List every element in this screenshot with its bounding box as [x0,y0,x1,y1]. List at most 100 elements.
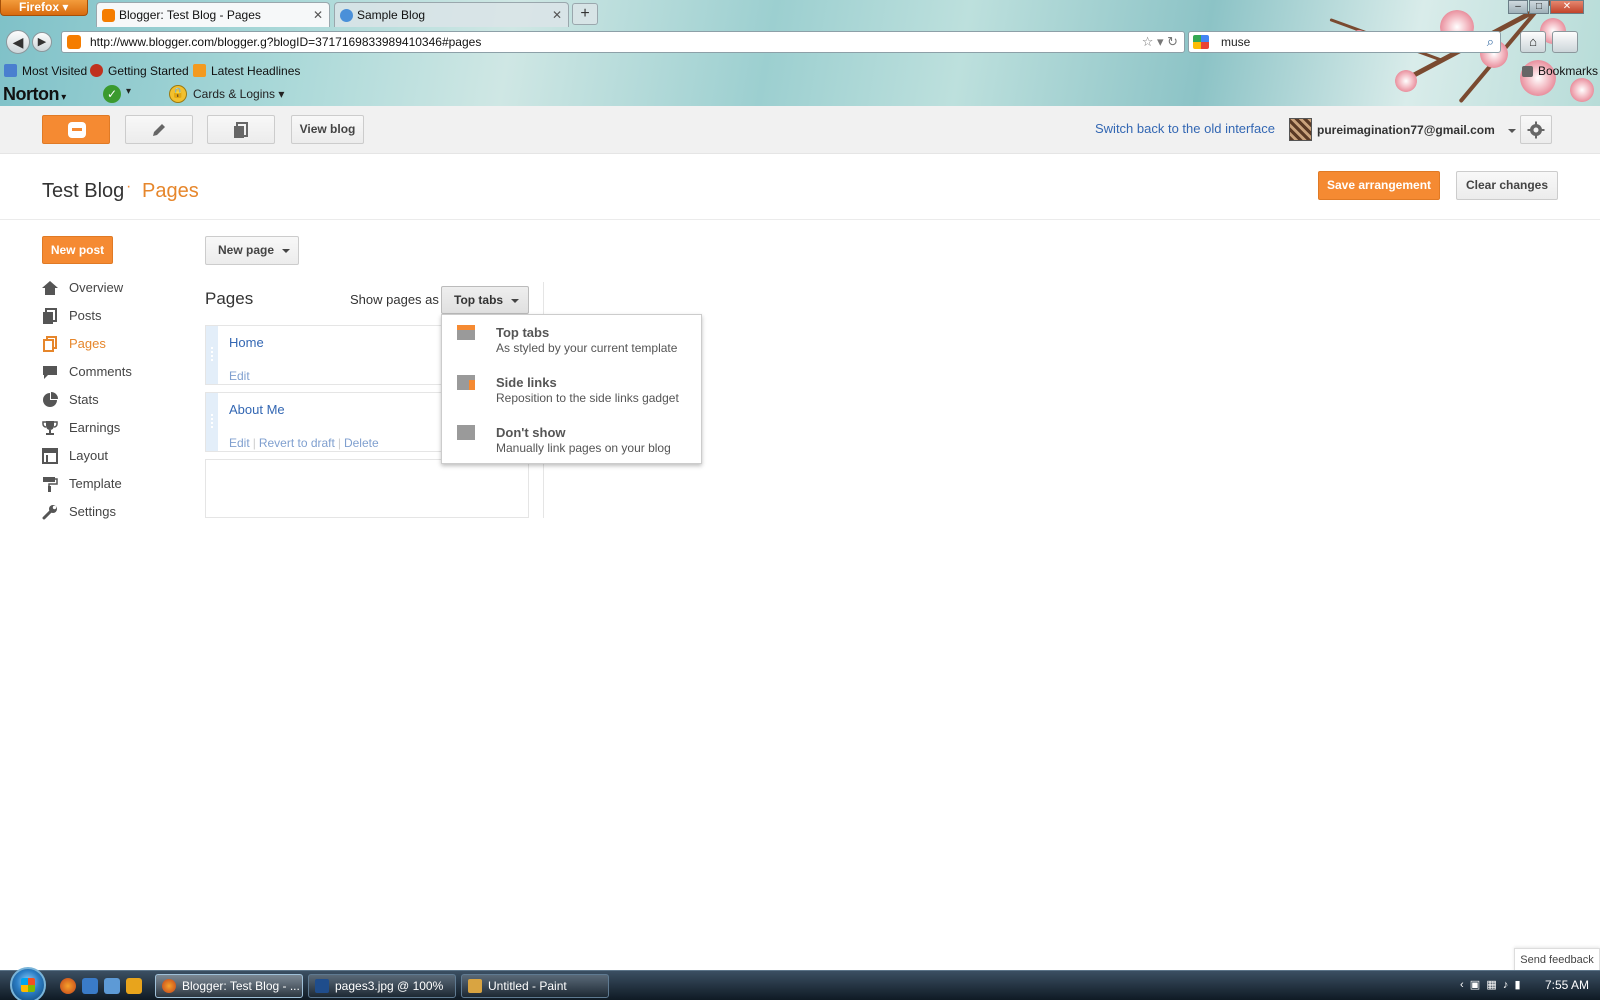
minimize-button[interactable]: ‒ [1508,0,1528,14]
system-tray: ‹ ▣ ▦ ♪ ▮ [1460,978,1521,991]
bookmark-latest-headlines[interactable]: Latest Headlines [193,64,300,78]
dropdown-option-side-links[interactable]: Side links Reposition to the side links … [442,365,701,409]
taskbar-firefox-window[interactable]: Blogger: Test Blog - ... [155,974,303,998]
firefox-menu-button[interactable]: Firefox ▾ [0,0,88,16]
new-page-button[interactable]: New page [205,236,299,265]
close-window-button[interactable]: ✕ [1550,0,1584,14]
edit-link[interactable]: Edit [229,369,250,383]
blogger-header: View blog Switch back to the old interfa… [0,106,1600,154]
browser-chrome: Firefox ▾ Blogger: Test Blog - Pages ✕ S… [0,0,1600,106]
delete-link[interactable]: Delete [344,436,379,450]
photoshop-icon [315,979,329,993]
account-menu[interactable]: pureimagination77@gmail.com [1289,118,1517,142]
edit-link[interactable]: Edit [229,436,250,450]
sidebar-item-comments[interactable]: Comments [42,358,192,386]
network-icon[interactable]: ▦ [1486,979,1496,991]
tray-expand-icon[interactable]: ‹ [1460,979,1464,991]
sidebar-item-posts[interactable]: Posts [42,302,192,330]
firefox-quicklaunch-icon[interactable] [60,978,76,994]
new-post-button[interactable]: New post [42,236,113,264]
norton-logo[interactable]: Norton ▾ [3,84,66,106]
power-icon[interactable]: ▮ [1514,979,1520,991]
switch-windows-quicklaunch-icon[interactable] [104,978,120,994]
dropdown-option-dont-show[interactable]: Don't show Manually link pages on your b… [442,415,701,459]
drag-handle[interactable] [206,326,218,384]
volume-icon[interactable]: ♪ [1503,979,1509,991]
norton-check-dropdown-icon[interactable]: ▾ [126,86,131,97]
view-blog-button[interactable]: View blog [291,115,364,144]
drag-handle[interactable] [206,393,218,451]
show-pages-as-dropdown[interactable]: Top tabs [441,286,529,314]
media-player-quicklaunch-icon[interactable] [126,978,142,994]
tab-close-icon[interactable]: ✕ [552,3,562,27]
page-name[interactable]: About Me [229,402,285,417]
blogger-logo-button[interactable] [42,115,110,144]
taskbar-button-label: pages3.jpg @ 100% ... [335,979,444,993]
sidebar-item-pages[interactable]: Pages [42,330,192,358]
url-bar[interactable]: http://www.blogger.com/blogger.g?blogID=… [61,31,1185,53]
blog-title[interactable]: Test Blog [42,180,124,203]
firefox-icon [162,979,176,993]
posts-list-button[interactable] [207,115,275,144]
settings-gear-button[interactable] [1520,115,1552,144]
sidebar-item-label: Earnings [69,420,121,435]
tab-sample-blog[interactable]: Sample Blog ✕ [334,2,569,27]
globe-favicon-icon [340,9,353,22]
start-button[interactable] [10,967,46,1000]
toolbar-tools-button[interactable] [1552,31,1578,53]
page-actions: Edit [229,369,250,383]
option-title: Top tabs [496,325,550,340]
comment-icon [43,366,57,379]
new-post-pencil-button[interactable] [125,115,193,144]
sidebar-item-overview[interactable]: Overview [42,274,192,302]
page-name[interactable]: Home [229,335,264,350]
dropdown-option-top-tabs[interactable]: Top tabs As styled by your current templ… [442,315,701,359]
bookmark-label: Getting Started [108,64,189,78]
back-button[interactable]: ◀ [6,30,30,54]
chevron-down-icon [511,298,520,303]
search-icon[interactable]: ⌕ [1487,32,1494,52]
sidebar-item-stats[interactable]: Stats [42,386,192,414]
clear-changes-button[interactable]: Clear changes [1456,171,1558,200]
paint-roller-icon [43,477,58,492]
rss-icon [193,64,206,77]
tab-close-icon[interactable]: ✕ [313,3,323,27]
sidebar-item-label: Stats [69,392,99,407]
bookmarks-menu[interactable]: Bookmarks [1522,64,1598,78]
save-arrangement-button[interactable]: Save arrangement [1318,171,1440,200]
bookmark-getting-started[interactable]: Getting Started [90,64,189,78]
google-search-engine-icon[interactable] [1193,35,1209,49]
reload-icon[interactable]: ↻ [1167,34,1178,49]
tray-app-icon[interactable]: ▣ [1470,979,1480,991]
posts-icon [43,308,57,324]
maximize-button[interactable]: □ [1529,0,1549,14]
norton-check-icon[interactable]: ✓ [103,85,121,103]
sidebar-item-label: Comments [69,364,132,379]
cards-logins-menu[interactable]: 🔒 Cards & Logins ▾ [169,85,284,103]
trophy-icon [42,421,58,435]
desktop-quicklaunch-icon[interactable] [82,978,98,994]
bookmark-star-icon[interactable]: ☆ [1142,34,1154,49]
show-pages-dropdown-menu: Top tabs As styled by your current templ… [441,314,702,464]
url-actions: ☆ ▾ ↻ [1141,34,1178,49]
sidebar-item-earnings[interactable]: Earnings [42,414,192,442]
sidebar-item-template[interactable]: Template [42,470,192,498]
revert-to-draft-link[interactable]: Revert to draft [259,436,335,450]
send-feedback-button[interactable]: Send feedback [1514,948,1600,972]
sidebar-item-settings[interactable]: Settings [42,498,192,526]
sidebar-item-label: Template [69,476,122,491]
new-tab-button[interactable]: + [572,3,598,25]
taskbar-clock[interactable]: 7:55 AM [1545,978,1589,992]
title-area: Test Blog · Pages Save arrangement Clear… [0,154,1600,220]
home-button[interactable]: ⌂ [1520,31,1546,53]
forward-button[interactable]: ▶ [32,32,52,52]
switch-old-interface-link[interactable]: Switch back to the old interface [1095,121,1275,136]
tab-blogger[interactable]: Blogger: Test Blog - Pages ✕ [96,2,330,27]
search-input-value: muse [1221,35,1251,49]
pencil-icon [153,124,165,136]
search-bar[interactable]: muse ⌕ [1188,31,1501,53]
sidebar-item-layout[interactable]: Layout [42,442,192,470]
bookmark-most-visited[interactable]: Most Visited [4,64,87,78]
taskbar-paint-window[interactable]: Untitled - Paint [461,974,609,998]
taskbar-photoshop-window[interactable]: pages3.jpg @ 100% ... [308,974,456,998]
